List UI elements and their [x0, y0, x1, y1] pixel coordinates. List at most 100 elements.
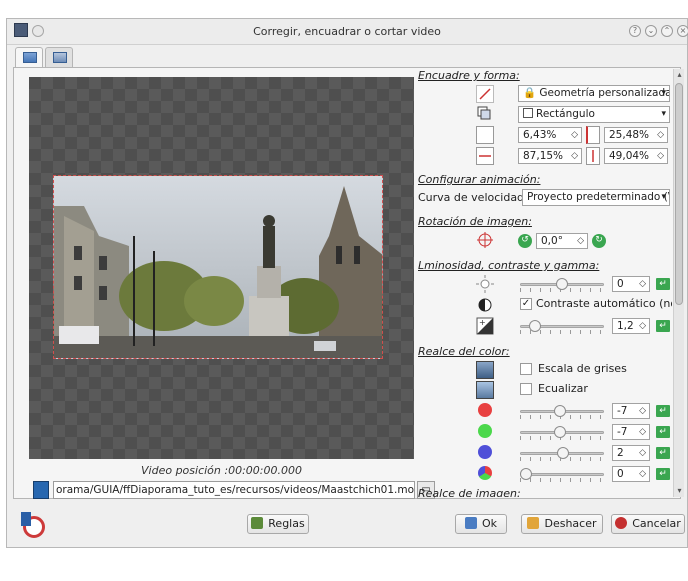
free-geometry-icon[interactable] — [476, 85, 494, 103]
blue-slider[interactable] — [520, 446, 604, 461]
spin-arrows-icon: ◇ — [657, 151, 664, 161]
ok-button-label: Ok — [481, 517, 498, 530]
settings-scrollbar[interactable]: ▴ ▾ — [673, 69, 684, 497]
equalize-checkbox[interactable] — [520, 383, 532, 395]
y-value: 25,48% — [609, 129, 650, 141]
slider-handle[interactable] — [520, 468, 532, 480]
section-framing-title: Encuadre y forma: — [418, 69, 520, 82]
brightness-icon — [476, 275, 494, 293]
tab-edit[interactable] — [45, 47, 73, 67]
brightness-spinbox[interactable]: 0 ◇ — [612, 276, 650, 292]
file-path-field[interactable]: orama/GUIA/ffDiaporama_tuto_es/recursos/… — [53, 481, 415, 499]
help-lifebuoy-icon[interactable] — [21, 512, 45, 538]
chevron-down-icon: ▾ — [661, 88, 666, 98]
layers-icon — [476, 105, 494, 123]
blue-value: 2 — [617, 447, 624, 459]
contrast-icon — [476, 296, 494, 314]
slider-handle[interactable] — [528, 320, 541, 332]
gamma-reset-button[interactable]: ↵ — [656, 320, 670, 332]
gamma-value: 1,2 — [617, 320, 634, 332]
red-slider[interactable] — [520, 404, 604, 419]
height-icon — [586, 147, 600, 165]
title-bar: Corregir, encuadrar o cortar video ? ⌄ ⌃… — [7, 19, 688, 45]
saturation-spinbox[interactable]: 0 ◇ — [612, 466, 650, 482]
red-reset-button[interactable]: ↵ — [656, 405, 670, 417]
red-spinbox[interactable]: -7 ◇ — [612, 403, 650, 419]
spin-arrows-icon: ◇ — [639, 448, 646, 458]
gamma-spinbox[interactable]: 1,2 ◇ — [612, 318, 650, 334]
spin-arrows-icon: ◇ — [639, 279, 646, 289]
auto-contrast-checkbox[interactable]: ✓ — [520, 298, 532, 310]
section-image-enhance-title: Realce de imagen: — [418, 487, 521, 497]
shape-select-value: Rectángulo — [536, 108, 595, 120]
scroll-down-icon[interactable]: ▾ — [674, 485, 685, 497]
green-spinbox[interactable]: -7 ◇ — [612, 424, 650, 440]
slider-handle[interactable] — [553, 405, 566, 417]
width-spinbox[interactable]: 87,15% ◇ — [518, 148, 582, 164]
window-title: Corregir, encuadrar o cortar video — [253, 25, 441, 38]
position-x-icon — [476, 126, 494, 144]
green-reset-button[interactable]: ↵ — [656, 426, 670, 438]
width-icon — [476, 147, 494, 165]
rotation-value: 0,0° — [541, 235, 563, 247]
y-spinbox[interactable]: 25,48% ◇ — [604, 127, 668, 143]
slider-handle[interactable] — [556, 278, 568, 290]
undo-icon — [527, 517, 540, 529]
speed-curve-label: Curva de velocidad : — [418, 191, 532, 204]
saturation-reset-button[interactable]: ↵ — [656, 468, 670, 480]
spin-arrows-icon: ◇ — [639, 427, 646, 437]
video-frame[interactable] — [53, 175, 383, 359]
saturation-slider[interactable] — [520, 467, 604, 482]
section-luminosity-title: Lminosidad, contraste y gamma: — [418, 259, 600, 272]
gamma-slider[interactable] — [520, 319, 604, 334]
ok-button[interactable]: Ok — [455, 514, 507, 534]
slider-handle[interactable] — [556, 447, 569, 459]
brightness-slider[interactable] — [520, 277, 604, 292]
help-icon[interactable]: ? — [629, 25, 641, 37]
settings-panel: Encuadre y forma: 🔒 Geometría personaliz… — [418, 69, 672, 497]
scroll-up-icon[interactable]: ▴ — [674, 69, 685, 81]
ruler-icon — [251, 517, 264, 529]
blue-spinbox[interactable]: 2 ◇ — [612, 445, 650, 461]
green-slider[interactable] — [520, 425, 604, 440]
maximize-icon[interactable]: ⌃ — [661, 25, 673, 37]
shape-select[interactable]: Rectángulo ▾ — [518, 106, 670, 123]
scrollbar-thumb[interactable] — [675, 83, 683, 305]
video-frame-image — [54, 176, 382, 358]
undo-button[interactable]: Deshacer — [521, 514, 603, 534]
blue-reset-button[interactable]: ↵ — [656, 447, 670, 459]
brightness-reset-button[interactable]: ↵ — [656, 278, 670, 290]
height-spinbox[interactable]: 49,04% ◇ — [604, 148, 668, 164]
chevron-down-icon: ▾ — [661, 109, 666, 119]
blue-channel-icon — [478, 445, 492, 459]
rotation-crosshair-icon — [476, 231, 494, 249]
close-icon[interactable]: × — [677, 25, 688, 37]
minimize-icon[interactable]: ⌄ — [645, 25, 657, 37]
speed-curve-value: Proyecto predeterminado (Vi — [527, 191, 670, 203]
svg-text:+: + — [479, 318, 486, 327]
geometry-select-value: Geometría personalizada — [539, 87, 670, 99]
gamma-icon: + — [476, 317, 494, 335]
speed-curve-select[interactable]: Proyecto predeterminado (Vi ▾ — [522, 189, 670, 206]
undo-button-label: Deshacer — [544, 517, 597, 530]
rules-button[interactable]: Reglas — [247, 514, 309, 534]
cancel-button[interactable]: Cancelar — [611, 514, 685, 534]
equalize-label: Ecualizar — [538, 382, 588, 395]
cancel-icon — [615, 517, 628, 529]
check-icon — [464, 517, 477, 529]
spin-arrows-icon: ◇ — [657, 130, 664, 140]
saturation-value: 0 — [617, 468, 624, 480]
dialog-button-bar: Reglas Ok Deshacer Cancelar — [7, 501, 688, 547]
tab-crop[interactable] — [15, 47, 43, 68]
section-rotation-title: Rotación de imagen: — [418, 215, 532, 228]
grayscale-checkbox[interactable] — [520, 363, 532, 375]
rotate-left-button[interactable]: ↺ — [518, 234, 532, 248]
section-animation-title: Configurar animación: — [418, 173, 541, 186]
geometry-select[interactable]: 🔒 Geometría personalizada ▾ — [518, 85, 670, 102]
rotate-right-button[interactable]: ↻ — [592, 234, 606, 248]
x-spinbox[interactable]: 6,43% ◇ — [518, 127, 582, 143]
equalize-image-icon — [476, 381, 494, 399]
chevron-down-icon: ▾ — [661, 192, 666, 202]
slider-handle[interactable] — [553, 426, 566, 438]
rotation-spinbox[interactable]: 0,0° ◇ — [536, 233, 588, 249]
